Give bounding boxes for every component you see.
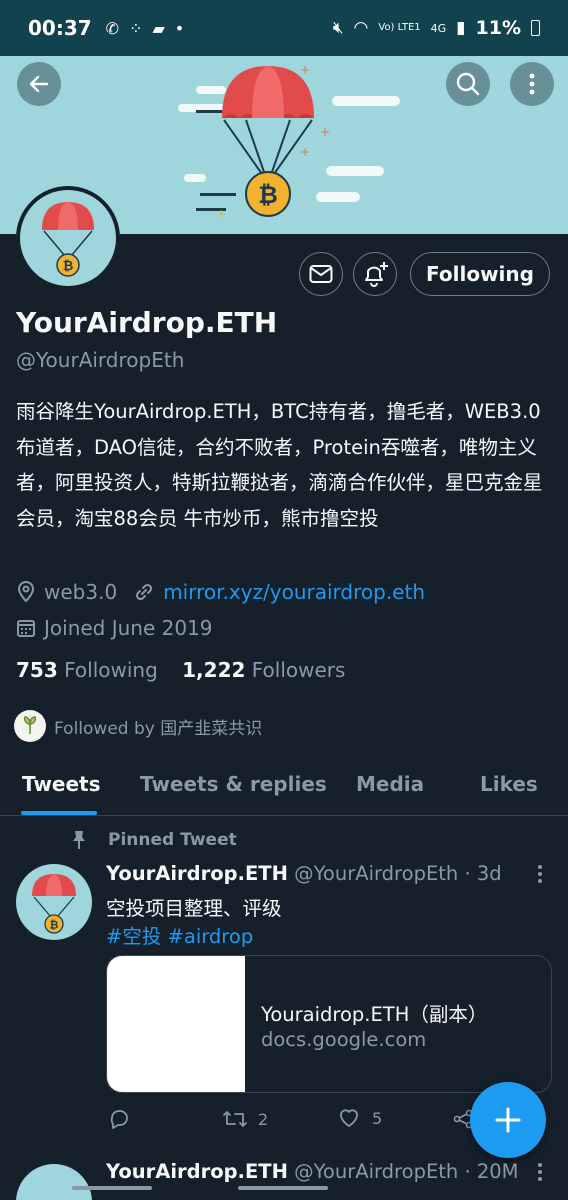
- tweet-header: YourAirdrop.ETH @YourAirdropEth · 20M: [106, 1160, 519, 1183]
- reply-icon: [110, 1110, 128, 1129]
- link-icon: [136, 583, 153, 601]
- profile-tabs: Tweets Tweets & replies Media Likes: [0, 758, 568, 816]
- location-pin-icon: [17, 581, 35, 603]
- profile-website-link[interactable]: mirror.xyz/yourairdrop.eth: [163, 580, 425, 604]
- back-arrow-icon: [29, 75, 49, 93]
- search-icon: [456, 72, 480, 96]
- like-count: 5: [372, 1108, 383, 1128]
- back-button[interactable]: [17, 62, 61, 106]
- tweet-more-icon[interactable]: [536, 864, 544, 884]
- svg-text:+: +: [320, 125, 330, 139]
- pinned-tweet-text: Pinned Tweet: [108, 830, 237, 850]
- nav-hint: [72, 1186, 152, 1190]
- tweet-author-name[interactable]: YourAirdrop.ETH: [106, 1160, 288, 1183]
- more-vertical-icon: [529, 73, 535, 95]
- lte-label: Vo) LTE1: [378, 22, 421, 33]
- svg-text:+: +: [300, 63, 310, 77]
- tweet-text: 空投项目整理、评级: [106, 897, 282, 920]
- notifications-button[interactable]: [353, 252, 397, 296]
- followed-by-text: Followed by 国产韭菜共识: [54, 718, 263, 739]
- mute-icon: 🔇︎: [332, 18, 344, 38]
- tweet-author-avatar[interactable]: [16, 1164, 92, 1200]
- tab-media[interactable]: Media: [356, 772, 424, 796]
- tab-tweets-replies[interactable]: Tweets & replies: [140, 772, 327, 796]
- link-preview-domain: docs.google.com: [261, 1028, 427, 1051]
- svg-text:₿: ₿: [63, 259, 74, 274]
- tweet-author-name[interactable]: YourAirdrop.ETH: [106, 862, 288, 885]
- profile-display-name: YourAirdrop.ETH: [16, 306, 278, 339]
- compose-tweet-button[interactable]: [470, 1082, 546, 1158]
- following-label: Following: [64, 658, 158, 682]
- more-options-button[interactable]: [510, 62, 554, 106]
- parachute-avatar-image: ₿: [32, 874, 76, 934]
- follow-counts: 753 Following 1,222 Followers: [16, 658, 345, 682]
- heart-icon: [340, 1109, 358, 1127]
- network-label: 4G: [430, 21, 447, 35]
- calendar-icon: [17, 620, 35, 637]
- tab-likes[interactable]: Likes: [480, 772, 538, 796]
- pinned-tweet-label: Pinned Tweet: [70, 830, 237, 850]
- signal-icon: ▮: [456, 18, 466, 38]
- following-count: 753: [16, 658, 58, 682]
- status-time: 00:37: [28, 16, 92, 40]
- nav-hint: [238, 1186, 328, 1190]
- link-preview-card[interactable]: Youraidrop.ETH（副本） docs.google.com: [106, 955, 552, 1093]
- wifi-icon: ◠: [353, 18, 369, 38]
- retweet-action[interactable]: 2: [222, 1108, 268, 1130]
- tweet-header: YourAirdrop.ETH @YourAirdropEth · 3d: [106, 862, 502, 885]
- profile-bio: 雨谷降生YourAirdrop.ETH，BTC持有者，撸毛者，WEB3.0布道者…: [16, 400, 543, 530]
- profile-avatar[interactable]: ₿: [16, 186, 120, 290]
- leaf-icon: [23, 716, 37, 734]
- profile-handle: @YourAirdropEth: [16, 348, 185, 372]
- dot-icon: •: [174, 18, 185, 38]
- following-button[interactable]: Following: [410, 252, 550, 296]
- svg-text:+: +: [300, 145, 310, 159]
- retweet-icon: [223, 1111, 247, 1127]
- retweet-count: 2: [258, 1109, 269, 1129]
- search-button[interactable]: [446, 62, 490, 106]
- plus-icon: [495, 1107, 521, 1133]
- followers-count-link[interactable]: 1,222 Followers: [182, 658, 345, 682]
- tweet-handle-time: @YourAirdropEth · 3d: [294, 862, 502, 885]
- parachute-avatar-image: ₿: [42, 202, 94, 277]
- profile-location: web3.0: [44, 580, 118, 604]
- tab-tweets[interactable]: Tweets: [22, 772, 101, 796]
- followers-count: 1,222: [182, 658, 246, 682]
- tweet-handle-time: @YourAirdropEth · 20M: [294, 1160, 519, 1183]
- svg-text:+: +: [216, 207, 226, 221]
- followers-label: Followers: [251, 658, 346, 682]
- battery-icon: [531, 20, 540, 36]
- call-icon: ✆: [105, 18, 120, 38]
- envelope-icon: [309, 265, 333, 283]
- svg-text:₿: ₿: [258, 181, 278, 209]
- tweet-author-avatar[interactable]: ₿: [16, 864, 92, 940]
- link-preview-title: Youraidrop.ETH（副本）: [261, 1003, 488, 1026]
- profile-location-row: web3.0 mirror.xyz/yourairdrop.eth: [16, 580, 425, 604]
- status-notification-icons: ✆ ⁘ ▰ •: [106, 19, 185, 38]
- tweet-more-icon[interactable]: [536, 1162, 544, 1182]
- profile-joined-row: Joined June 2019: [16, 616, 213, 640]
- follower-avatar: [14, 710, 46, 742]
- battery-percent: 11%: [475, 17, 521, 39]
- bell-plus-icon: [365, 262, 388, 287]
- reply-action[interactable]: [108, 1108, 130, 1130]
- message-button[interactable]: [299, 252, 343, 296]
- message-icon: ▰: [152, 18, 165, 38]
- tweet-hashtags[interactable]: #空投 #airdrop: [106, 920, 253, 949]
- profile-joined-date: Joined June 2019: [44, 616, 213, 640]
- link-preview-thumbnail: [107, 956, 245, 1092]
- like-action[interactable]: 5: [338, 1108, 382, 1128]
- followed-by-row[interactable]: Followed by 国产韭菜共识: [14, 710, 262, 742]
- pin-icon: [73, 831, 85, 849]
- status-bar: 00:37 ✆ ⁘ ▰ • 🔇︎ ◠ Vo) LTE1 4G ▮ 11%: [0, 0, 568, 56]
- following-count-link[interactable]: 753 Following: [16, 658, 158, 682]
- dots-icon: ⁘: [129, 18, 143, 38]
- svg-text:₿: ₿: [50, 919, 59, 932]
- active-tab-indicator: [21, 811, 97, 815]
